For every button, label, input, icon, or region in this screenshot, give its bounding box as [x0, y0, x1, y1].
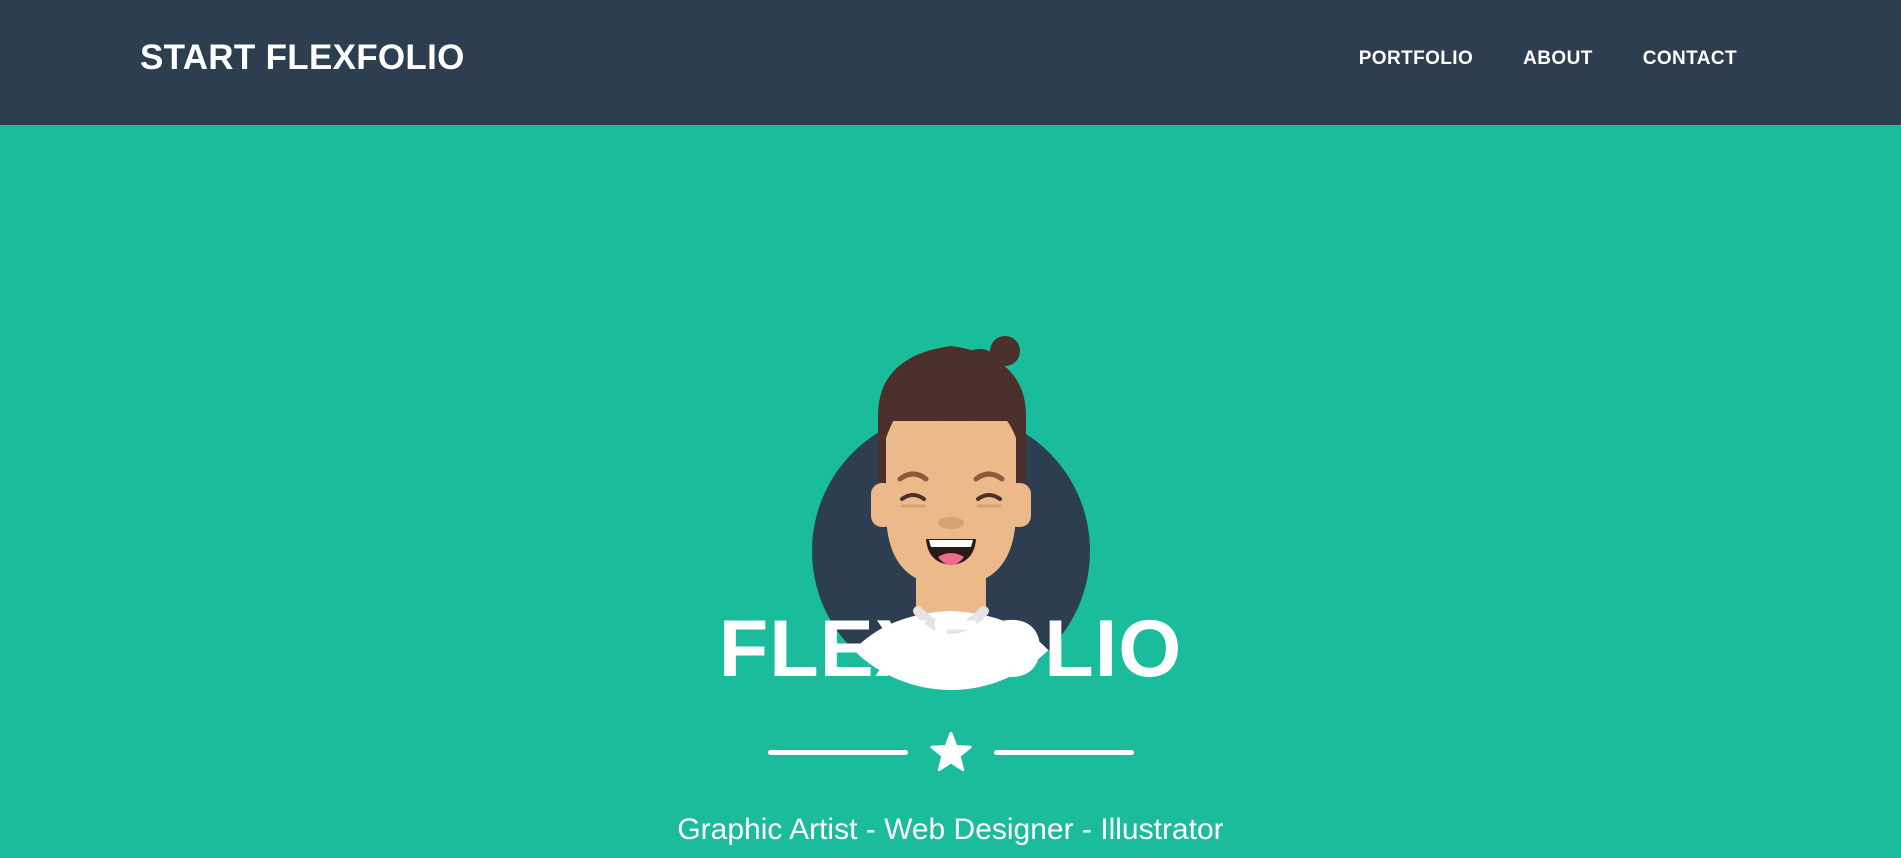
masthead: FLEXFOLIO Graphic Artist - Web Designer … [0, 125, 1901, 858]
avatar-nose [938, 517, 964, 529]
top-navbar: START FLEXFOLIO PORTFOLIO ABOUT CONTACT [0, 0, 1901, 125]
page-title: FLEXFOLIO [718, 604, 1183, 694]
divider-line-right [994, 750, 1134, 755]
nav-link-about[interactable]: ABOUT [1523, 48, 1593, 70]
divider-line-left [768, 750, 908, 755]
nav-link-portfolio[interactable]: PORTFOLIO [1359, 48, 1473, 70]
star-divider [768, 728, 1134, 776]
brand-link[interactable]: START FLEXFOLIO [140, 38, 465, 78]
star-icon [930, 731, 972, 772]
hair-tuft [990, 336, 1020, 366]
nav-links: PORTFOLIO ABOUT CONTACT [1359, 48, 1737, 70]
nav-link-contact[interactable]: CONTACT [1643, 48, 1737, 70]
page-subtitle: Graphic Artist - Web Designer - Illustra… [677, 813, 1224, 846]
